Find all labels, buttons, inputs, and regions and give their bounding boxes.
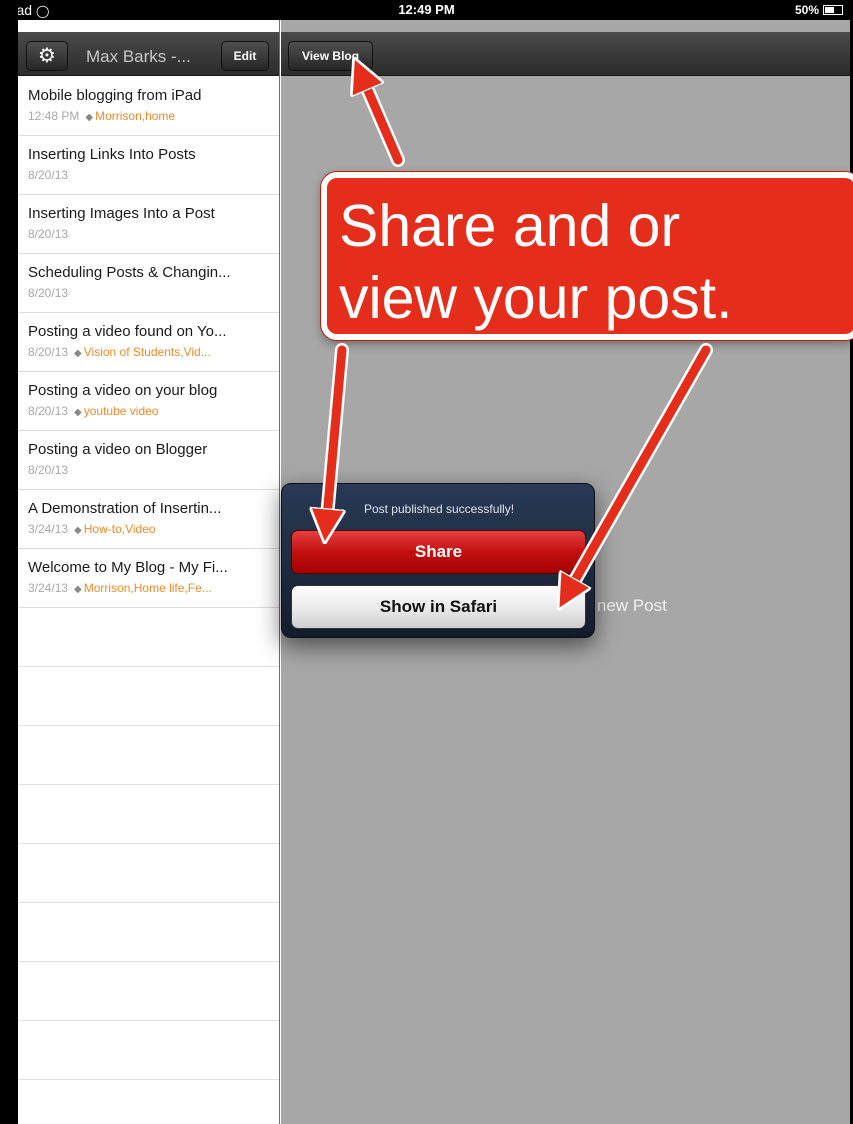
post-date: 8/20/13 — [28, 227, 69, 241]
post-list-item[interactable]: Mobile blogging from iPad 12:48 PM ◆ Morris… — [18, 77, 279, 136]
empty-list-row — [18, 726, 279, 785]
post-title: Inserting Images Into a Post — [28, 205, 215, 222]
post-meta: 3/24/13 ◆ How-to,Video — [28, 522, 274, 536]
post-title: A Demonstration of Insertin... — [28, 500, 222, 517]
empty-list-row — [18, 903, 279, 962]
settings-button[interactable]: ⚙ — [26, 41, 68, 71]
battery-fill — [825, 7, 834, 13]
bezel-left — [0, 0, 18, 1124]
ipad-screen: iPad ◯ 12:49 PM 50% ⚙ Max Barks -... Edit… — [0, 0, 853, 1124]
empty-list-row — [18, 962, 279, 1021]
post-list-panel: ⚙ Max Barks -... Edit Mobile blogging fr… — [18, 20, 280, 1124]
sidebar-toolbar: ⚙ Max Barks -... Edit — [18, 32, 279, 76]
post-meta: 3/24/13 ◆ Morrison,Home life,Fe... — [28, 581, 274, 595]
tag-icon: ◆ — [74, 348, 82, 359]
status-time: 12:49 PM — [398, 2, 455, 17]
post-meta: 8/20/13 — [28, 227, 274, 241]
detail-toolbar: View Blog — [281, 32, 850, 76]
post-title: Scheduling Posts & Changin... — [28, 264, 231, 281]
post-list-item[interactable]: Posting a video found on Yo... 8/20/13 ◆ Vi… — [18, 313, 279, 372]
post-date: 8/20/13 — [28, 168, 69, 182]
post-title: Posting a video found on Yo... — [28, 323, 227, 340]
battery-icon — [823, 5, 843, 15]
post-date: 8/20/13 — [28, 286, 69, 300]
post-list-item[interactable]: Posting a video on your blog 8/20/13 ◆ yout… — [18, 372, 279, 431]
post-date: 3/24/13 — [28, 522, 69, 536]
post-tags: youtube video — [83, 404, 159, 418]
share-button[interactable]: Share — [291, 530, 586, 574]
post-tags: Morrison,Home life,Fe... — [83, 581, 212, 595]
edit-button[interactable]: Edit — [221, 41, 269, 71]
blog-title[interactable]: Max Barks -... — [86, 47, 226, 67]
post-date: 8/20/13 — [28, 463, 69, 477]
empty-list-row — [18, 608, 279, 667]
publish-popover: Post published successfully! Share Show … — [281, 483, 595, 638]
post-title: Inserting Links Into Posts — [28, 146, 196, 163]
post-meta: 8/20/13 — [28, 168, 274, 182]
popover-message: Post published successfully! — [363, 502, 515, 516]
post-meta: 8/20/13 — [28, 286, 274, 300]
post-title: Posting a video on your blog — [28, 382, 218, 399]
view-blog-button[interactable]: View Blog — [288, 41, 373, 71]
empty-list-row — [18, 1080, 279, 1124]
post-list-item[interactable]: Inserting Links Into Posts 8/20/13 — [18, 136, 279, 195]
post-title: Welcome to My Blog - My Fi... — [28, 559, 228, 576]
empty-list-row — [18, 844, 279, 903]
post-list-item[interactable]: Welcome to My Blog - My Fi... 3/24/13 ◆ Mor… — [18, 549, 279, 608]
tag-icon: ◆ — [74, 525, 82, 536]
post-meta: 12:48 PM ◆ Morrison,home — [28, 109, 274, 123]
post-tags: Vision of Students,Vid... — [83, 345, 211, 359]
post-date: 8/20/13 — [28, 345, 69, 359]
post-tags: How-to,Video — [83, 522, 156, 536]
status-battery: 50% — [795, 3, 843, 17]
post-meta: 8/20/13 — [28, 463, 274, 477]
post-list-item[interactable]: Posting a video on Blogger 8/20/13 — [18, 431, 279, 490]
tag-icon: ◆ — [74, 407, 82, 418]
tag-icon: ◆ — [85, 112, 94, 123]
callout-text: Share and or view your post. — [339, 193, 733, 331]
empty-list-row — [18, 667, 279, 726]
annotation-callout: Share and or view your post. — [321, 172, 853, 340]
post-date: 3/24/13 — [28, 581, 69, 595]
post-list-item[interactable]: Scheduling Posts & Changin... 8/20/13 — [18, 254, 279, 313]
show-in-safari-button[interactable]: Show in Safari — [291, 585, 586, 629]
gear-icon: ⚙ — [38, 45, 56, 67]
battery-percent: 50% — [794, 3, 819, 17]
post-list-item[interactable]: Inserting Images Into a Post 8/20/13 — [18, 195, 279, 254]
post-date: 8/20/13 — [28, 404, 69, 418]
empty-list-row — [18, 785, 279, 844]
post-meta: 8/20/13 ◆ Vision of Students,Vid... — [28, 345, 274, 359]
empty-list-row — [18, 1021, 279, 1080]
tag-icon: ◆ — [74, 584, 82, 595]
post-title: Posting a video on Blogger — [28, 441, 208, 458]
post-list: Mobile blogging from iPad 12:48 PM ◆ Morris… — [18, 77, 279, 1124]
post-tags: Morrison,home — [95, 109, 176, 123]
post-meta: 8/20/13 ◆ youtube video — [28, 404, 274, 418]
post-date: 12:48 PM — [28, 109, 80, 123]
post-list-item[interactable]: A Demonstration of Insertin... 3/24/13 ◆ Ho… — [18, 490, 279, 549]
post-title: Mobile blogging from iPad — [28, 87, 202, 104]
status-bar: iPad ◯ 12:49 PM 50% — [0, 0, 853, 20]
